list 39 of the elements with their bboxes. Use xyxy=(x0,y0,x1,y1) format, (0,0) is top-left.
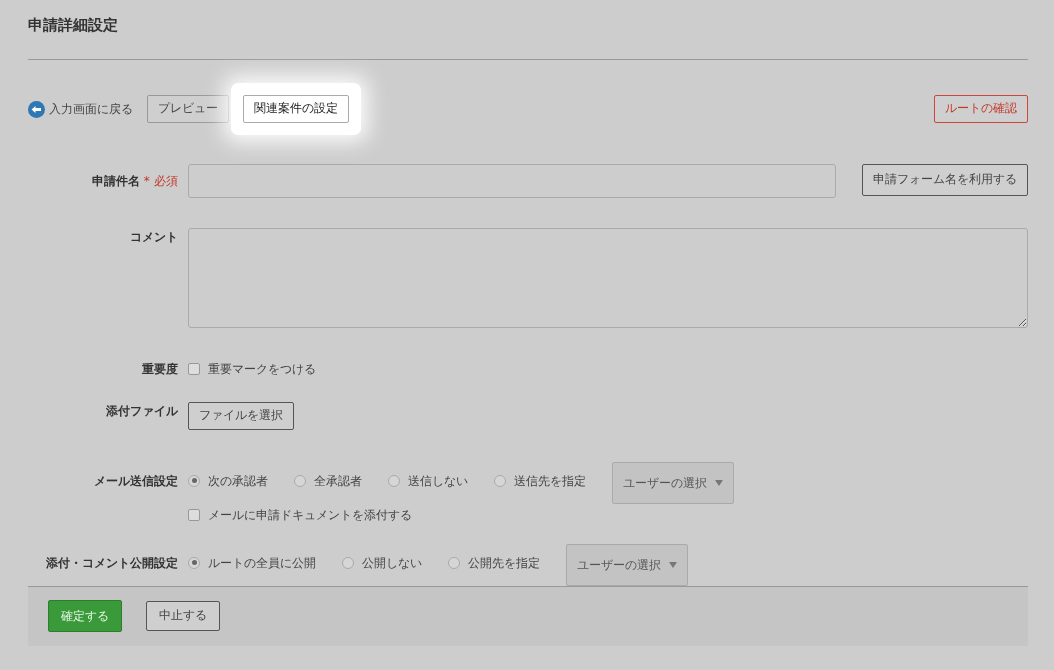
page-title: 申請詳細設定 xyxy=(28,0,1028,60)
checkbox[interactable] xyxy=(188,363,200,375)
checkbox-label: メールに申請ドキュメントを添付する xyxy=(208,506,412,524)
route-check-button[interactable]: ルートの確認 xyxy=(934,95,1028,123)
required-text: 必須 xyxy=(154,174,178,188)
radio-button[interactable] xyxy=(494,474,506,487)
radio-button[interactable] xyxy=(188,474,200,487)
field-label: 添付ファイル xyxy=(106,404,178,418)
caret-icon xyxy=(669,561,677,568)
field-label: メール送信設定 xyxy=(94,473,178,488)
caret-icon xyxy=(715,479,723,486)
radio-label: 全承認者 xyxy=(314,472,362,490)
input-field[interactable] xyxy=(188,164,836,198)
preview-button[interactable]: プレビュー xyxy=(147,95,229,123)
required-mark: * xyxy=(143,174,150,188)
field-label: 重要度 xyxy=(142,362,178,376)
radio-label: 次の承認者 xyxy=(208,472,268,490)
field-label: コメント xyxy=(130,230,178,244)
radio-button[interactable] xyxy=(188,556,200,569)
radio-label: ルートの全員に公開 xyxy=(208,554,316,572)
field-label: 添付・コメント公開設定 xyxy=(46,555,178,570)
radio-label: 送信しない xyxy=(408,472,468,490)
back-link[interactable]: 入力画面に戻る xyxy=(28,100,133,118)
radio-label: 公開しない xyxy=(362,554,422,572)
radio-label: 公開先を指定 xyxy=(468,554,540,572)
radio-label: 送信先を指定 xyxy=(514,472,586,490)
use-form-name-button[interactable]: 申請フォーム名を利用する xyxy=(862,164,1028,196)
checkbox-label: 重要マークをつける xyxy=(208,361,316,378)
radio-button[interactable] xyxy=(388,474,400,487)
checkbox[interactable] xyxy=(188,508,200,521)
cancel-button[interactable]: 中止する xyxy=(146,601,220,631)
radio-button[interactable] xyxy=(448,556,460,569)
comment-field[interactable] xyxy=(188,228,1028,328)
user-select-dropdown[interactable]: ユーザーの選択 xyxy=(566,543,688,586)
field-label: 申請件名 xyxy=(91,174,140,188)
user-select-dropdown[interactable]: ユーザーの選択 xyxy=(612,461,734,504)
radio-button[interactable] xyxy=(342,556,354,569)
choose-file-button[interactable]: ファイルを選択 xyxy=(188,402,294,430)
radio-button[interactable] xyxy=(294,474,306,487)
